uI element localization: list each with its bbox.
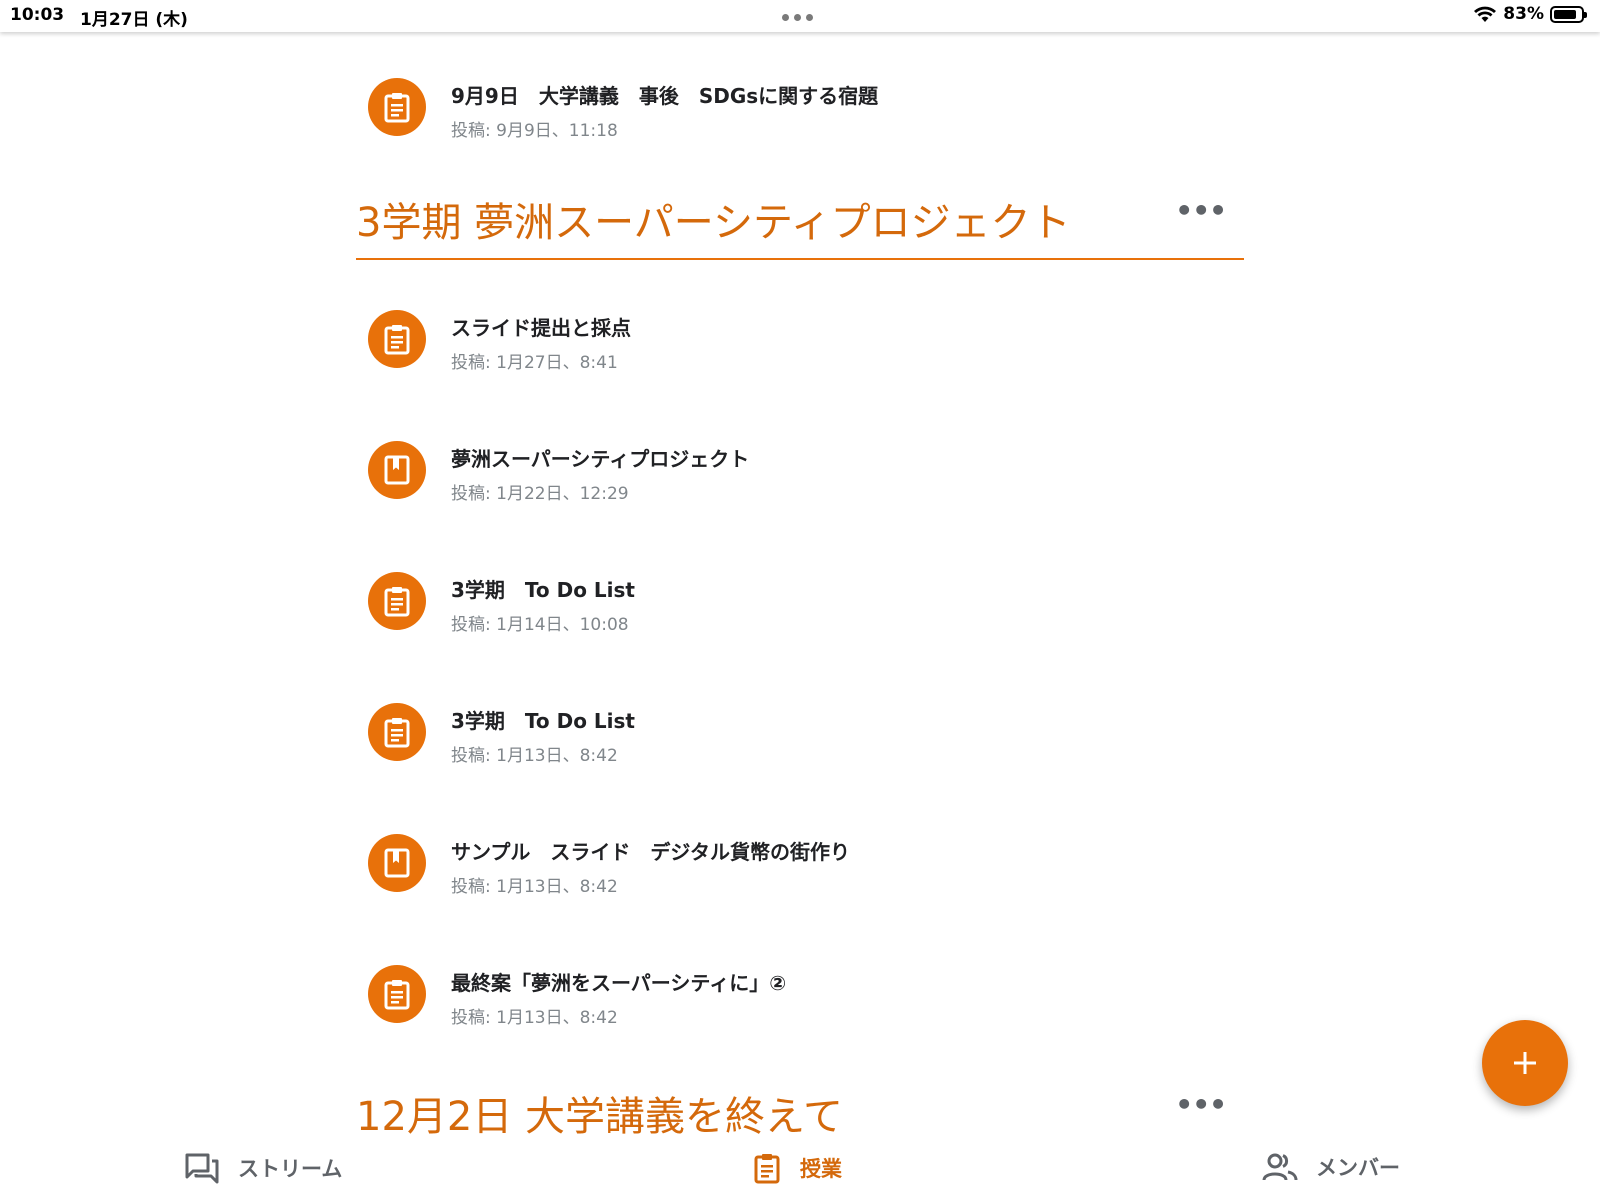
more-options-icon[interactable]: ••• (1175, 194, 1227, 227)
battery-percent: 83% (1503, 4, 1544, 24)
tab-stream[interactable]: ストリーム (184, 1152, 342, 1184)
item-posted-date: 投稿: 1月14日、10:08 (451, 615, 629, 635)
material-icon (368, 834, 426, 892)
create-button[interactable] (1482, 1020, 1568, 1106)
battery-icon (1550, 5, 1587, 23)
item-title: 最終案「夢洲をスーパーシティに」② (451, 971, 787, 995)
tab-people[interactable]: メンバー (1262, 1152, 1400, 1182)
wifi-icon (1474, 6, 1497, 22)
assignment-icon (368, 965, 426, 1023)
bottom-navigation: ストリーム 授業 メンバー (0, 1138, 1600, 1200)
list-item[interactable]: スライド提出と採点 投稿: 1月27日、8:41 (356, 310, 1244, 400)
tab-classwork-label: 授業 (800, 1157, 842, 1181)
topic-title: 12月2日 大学講義を終えて (356, 1094, 844, 1140)
status-bar: 10:03 1月27日 (木) 83% (0, 0, 1600, 32)
item-posted-date: 投稿: 1月22日、12:29 (451, 484, 629, 504)
people-icon (1262, 1153, 1298, 1181)
item-posted-date: 投稿: 1月13日、8:42 (451, 877, 618, 897)
status-right: 83% (1473, 4, 1587, 24)
stream-icon (185, 1153, 219, 1184)
item-title: 夢洲スーパーシティプロジェクト (451, 447, 750, 471)
list-item[interactable]: 9月9日 大学講義 事後 SDGsに関する宿題 投稿: 9月9日、11:18 (356, 78, 1244, 168)
topic-divider (356, 258, 1244, 260)
more-options-icon[interactable]: ••• (1175, 1088, 1227, 1121)
list-item[interactable]: 最終案「夢洲をスーパーシティに」② 投稿: 1月13日、8:42 (356, 965, 1244, 1055)
plus-icon (1514, 1052, 1536, 1074)
status-date: 1月27日 (木) (80, 10, 188, 30)
assignment-icon (368, 78, 426, 136)
tab-classwork[interactable]: 授業 (752, 1152, 842, 1184)
list-item[interactable]: 3学期 To Do List 投稿: 1月14日、10:08 (356, 572, 1244, 662)
topic-title: 3学期 夢洲スーパーシティプロジェクト (356, 200, 1071, 246)
item-title: 3学期 To Do List (451, 709, 635, 733)
list-item[interactable]: サンプル スライド デジタル貨幣の街作り 投稿: 1月13日、8:42 (356, 834, 1244, 924)
status-time: 10:03 (10, 5, 65, 25)
assignment-icon (368, 703, 426, 761)
item-title: スライド提出と採点 (451, 316, 631, 340)
list-item[interactable]: 3学期 To Do List 投稿: 1月13日、8:42 (356, 703, 1244, 793)
tab-people-label: メンバー (1316, 1156, 1400, 1180)
classwork-icon (754, 1154, 780, 1184)
item-posted-date: 投稿: 1月13日、8:42 (451, 746, 618, 766)
assignment-icon (368, 572, 426, 630)
list-item[interactable]: 夢洲スーパーシティプロジェクト 投稿: 1月22日、12:29 (356, 441, 1244, 531)
assignment-icon (368, 310, 426, 368)
item-posted-date: 投稿: 1月27日、8:41 (451, 353, 618, 373)
item-posted-date: 投稿: 1月13日、8:42 (451, 1008, 618, 1028)
multitasking-dots-icon[interactable] (782, 14, 813, 21)
tab-stream-label: ストリーム (238, 1157, 343, 1181)
item-title: サンプル スライド デジタル貨幣の街作り (451, 840, 850, 864)
material-icon (368, 441, 426, 499)
item-posted-date: 投稿: 9月9日、11:18 (451, 121, 618, 141)
topic-header: 12月2日 大学講義を終えて ••• (356, 1082, 1244, 1140)
item-title: 3学期 To Do List (451, 578, 635, 602)
item-title: 9月9日 大学講義 事後 SDGsに関する宿題 (451, 84, 879, 108)
topic-header: 3学期 夢洲スーパーシティプロジェクト ••• (356, 188, 1244, 260)
